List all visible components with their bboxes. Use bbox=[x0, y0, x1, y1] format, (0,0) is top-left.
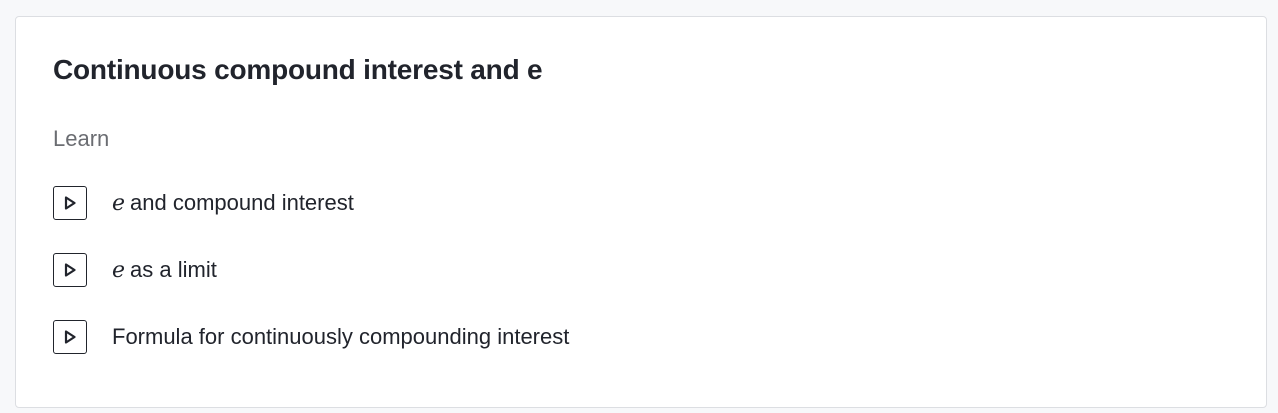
lesson-item-e-and-compound-interest[interactable]: e and compound interest bbox=[53, 185, 569, 221]
lesson-list: e and compound interest e as a limit Formu… bbox=[53, 185, 569, 386]
lesson-item-formula-continuous[interactable]: Formula for continuously compounding int… bbox=[53, 319, 569, 355]
math-variable-e: e bbox=[112, 191, 126, 216]
play-icon[interactable] bbox=[53, 253, 87, 287]
card-title: Continuous compound interest and e bbox=[53, 54, 543, 85]
lesson-link[interactable]: e and compound interest bbox=[112, 190, 354, 216]
play-icon[interactable] bbox=[53, 186, 87, 220]
lesson-link[interactable]: Formula for continuously compounding int… bbox=[112, 324, 569, 350]
lesson-label: Formula for continuously compounding int… bbox=[112, 324, 570, 349]
section-label-learn: Learn bbox=[53, 126, 110, 151]
lesson-item-e-as-a-limit[interactable]: e as a limit bbox=[53, 252, 569, 288]
unit-card: Continuous compound interest and e Learn… bbox=[15, 16, 1267, 408]
lesson-link[interactable]: e as a limit bbox=[112, 257, 217, 283]
math-variable-e: e bbox=[112, 258, 126, 283]
lesson-label: as a limit bbox=[130, 257, 217, 282]
play-icon[interactable] bbox=[53, 320, 87, 354]
lesson-label: and compound interest bbox=[130, 190, 354, 215]
